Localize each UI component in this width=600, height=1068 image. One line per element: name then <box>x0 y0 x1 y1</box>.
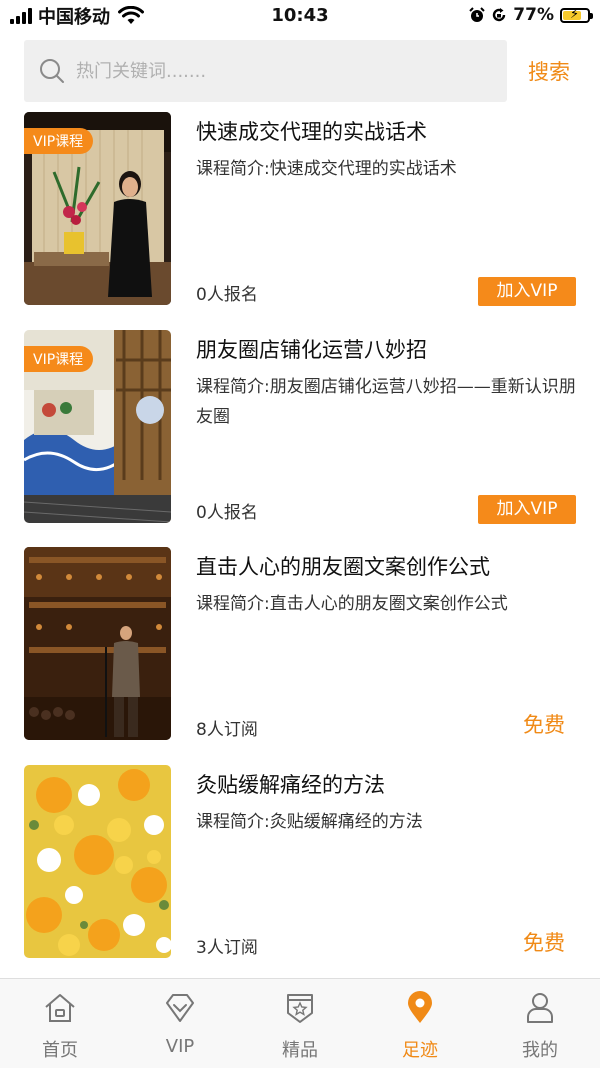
course-thumbnail[interactable] <box>24 547 171 740</box>
location-pin-icon <box>408 991 432 1023</box>
bottom-tab-bar: 首页 VIP 精品 足迹 我的 <box>0 978 600 1068</box>
status-right: 77% ⚡ <box>469 5 593 25</box>
tab-footprint[interactable]: 足迹 <box>360 979 480 1068</box>
free-label[interactable]: 免费 <box>523 709 565 739</box>
enrollment-count: 0人报名 <box>196 285 258 305</box>
course-description: 课程简介:直击人心的朋友圈文案创作公式 <box>196 594 508 614</box>
vip-course-tag: VIP课程 <box>24 128 94 154</box>
search-icon <box>40 59 64 83</box>
course-item[interactable]: VIP课程 快速成交代理的实战话术 课程简介:快速成交代理的实战话术 0人报名 … <box>0 112 600 308</box>
course-description: 课程简介:朋友圈店铺化运营八妙招——重新认识朋友圈 <box>196 377 576 427</box>
course-title[interactable]: 快速成交代理的实战话术 <box>196 116 427 146</box>
vip-course-tag: VIP课程 <box>24 346 94 372</box>
free-label[interactable]: 免费 <box>523 927 565 957</box>
subscriber-count: 3人订阅 <box>196 938 258 958</box>
search-input[interactable] <box>74 59 478 83</box>
tab-label: 精品 <box>282 1040 318 1061</box>
subscriber-count: 8人订阅 <box>196 720 258 740</box>
star-badge-icon <box>287 994 313 1023</box>
search-button[interactable]: 搜索 <box>528 56 570 86</box>
battery-icon: ⚡ <box>560 6 593 23</box>
course-title[interactable]: 朋友圈店铺化运营八妙招 <box>196 334 427 364</box>
course-image <box>24 547 171 740</box>
course-description: 课程简介:快速成交代理的实战话术 <box>196 159 457 179</box>
tab-home[interactable]: 首页 <box>0 979 120 1068</box>
charging-bolt-icon: ⚡ <box>570 6 580 22</box>
status-bar: 中国移动 10:43 77% ⚡ <box>0 0 600 34</box>
tab-premium[interactable]: 精品 <box>240 979 360 1068</box>
diamond-icon <box>166 994 194 1022</box>
course-image <box>24 765 171 958</box>
tab-label: VIP <box>165 1036 195 1057</box>
join-vip-button[interactable]: 加入VIP <box>478 277 576 306</box>
course-thumbnail[interactable]: VIP课程 <box>24 112 171 305</box>
course-thumbnail[interactable]: VIP课程 <box>24 330 171 523</box>
user-icon <box>527 993 553 1023</box>
rotation-lock-icon <box>493 8 506 22</box>
search-box[interactable] <box>24 40 507 102</box>
enrollment-count: 0人报名 <box>196 503 258 523</box>
course-thumbnail[interactable] <box>24 765 171 958</box>
tab-mine[interactable]: 我的 <box>480 979 600 1068</box>
alarm-icon <box>469 7 486 22</box>
course-title[interactable]: 灸贴缓解痛经的方法 <box>196 769 385 799</box>
battery-percent: 77% <box>513 5 554 25</box>
home-icon <box>45 994 75 1022</box>
course-item[interactable]: 灸贴缓解痛经的方法 课程简介:灸贴缓解痛经的方法 3人订阅 免费 <box>0 765 600 961</box>
course-item[interactable]: 直击人心的朋友圈文案创作公式 课程简介:直击人心的朋友圈文案创作公式 8人订阅 … <box>0 547 600 743</box>
tab-label: 我的 <box>522 1040 558 1061</box>
course-description: 课程简介:灸贴缓解痛经的方法 <box>196 812 423 832</box>
tab-label: 首页 <box>42 1040 78 1061</box>
join-vip-button[interactable]: 加入VIP <box>478 495 576 524</box>
tab-vip[interactable]: VIP <box>120 979 240 1068</box>
course-title[interactable]: 直击人心的朋友圈文案创作公式 <box>196 551 490 581</box>
tab-label: 足迹 <box>402 1040 438 1061</box>
course-item[interactable]: VIP课程 朋友圈店铺化运营八妙招 课程简介:朋友圈店铺化运营八妙招——重新认识… <box>0 330 600 526</box>
